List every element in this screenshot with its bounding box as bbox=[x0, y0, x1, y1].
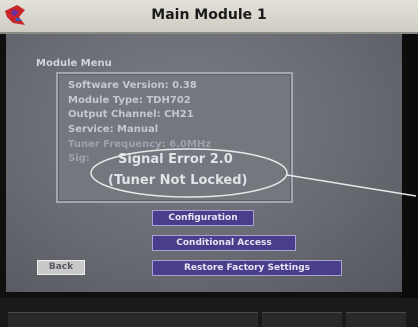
conditional-access-button[interactable]: Conditional Access bbox=[152, 235, 296, 251]
status-segment-2 bbox=[262, 312, 342, 327]
configuration-button[interactable]: Configuration bbox=[152, 210, 254, 226]
callout-line bbox=[286, 174, 417, 197]
callout-ellipse bbox=[90, 148, 288, 198]
restore-factory-settings-button[interactable]: Restore Factory Settings bbox=[152, 260, 342, 276]
back-button[interactable]: Back bbox=[37, 260, 85, 275]
status-segment-1 bbox=[8, 312, 258, 327]
status-segment-3 bbox=[346, 312, 406, 327]
callout-annotation bbox=[90, 148, 417, 198]
